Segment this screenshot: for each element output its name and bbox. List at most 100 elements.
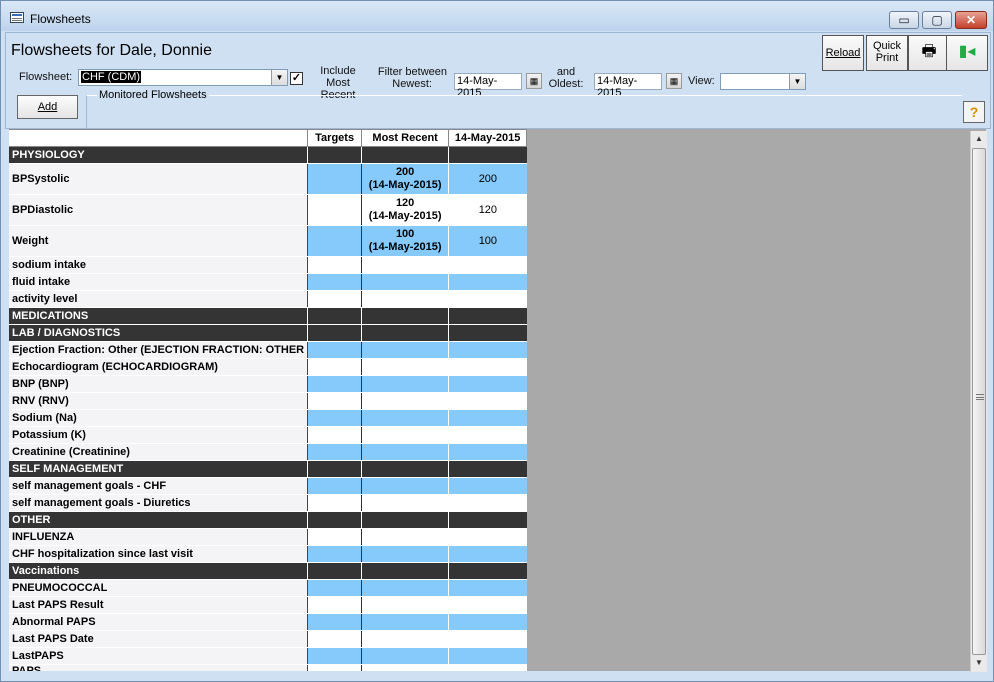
newest-date-field[interactable]: 14-May-2015: [454, 73, 522, 99]
minimize-button[interactable]: ▭: [889, 11, 919, 29]
column-header-date[interactable]: 14-May-2015: [448, 129, 528, 147]
date-value-cell[interactable]: [448, 392, 527, 410]
most-recent-cell[interactable]: [361, 579, 450, 597]
target-cell[interactable]: [307, 194, 363, 226]
most-recent-cell[interactable]: [361, 562, 450, 580]
date-value-cell[interactable]: [448, 358, 527, 376]
add-button[interactable]: Add: [17, 95, 78, 119]
target-cell[interactable]: [307, 358, 363, 376]
most-recent-cell[interactable]: [361, 545, 450, 563]
target-cell[interactable]: [307, 647, 363, 665]
target-cell[interactable]: [307, 409, 363, 427]
date-value-cell[interactable]: [448, 443, 527, 461]
most-recent-cell[interactable]: [361, 613, 450, 631]
most-recent-cell[interactable]: 120 (14-May-2015): [361, 194, 450, 226]
target-cell[interactable]: [307, 163, 363, 195]
help-button[interactable]: ?: [963, 101, 985, 123]
date-value-cell[interactable]: [448, 256, 527, 274]
target-cell[interactable]: [307, 392, 363, 410]
most-recent-cell[interactable]: [361, 494, 450, 512]
most-recent-cell[interactable]: [361, 647, 450, 665]
vertical-scrollbar[interactable]: ▲ ▼: [970, 131, 987, 672]
most-recent-cell[interactable]: 200 (14-May-2015): [361, 163, 450, 195]
most-recent-cell[interactable]: [361, 528, 450, 546]
date-value-cell[interactable]: 120: [448, 194, 527, 226]
date-value-cell[interactable]: [448, 562, 527, 580]
quick-print-button[interactable]: Quick Print: [866, 35, 908, 71]
scroll-up-icon[interactable]: ▲: [971, 131, 987, 147]
date-value-cell[interactable]: [448, 579, 527, 597]
date-value-cell[interactable]: [448, 307, 527, 325]
date-value-cell[interactable]: [448, 596, 527, 614]
scrollbar-thumb[interactable]: [972, 148, 986, 655]
target-cell[interactable]: [307, 596, 363, 614]
date-value-cell[interactable]: [448, 545, 527, 563]
most-recent-cell[interactable]: [361, 630, 450, 648]
scroll-down-icon[interactable]: ▼: [971, 655, 987, 671]
most-recent-cell[interactable]: [361, 341, 450, 359]
most-recent-cell[interactable]: [361, 290, 450, 308]
date-value-cell[interactable]: [448, 375, 527, 393]
target-cell[interactable]: [307, 426, 363, 444]
target-cell[interactable]: [307, 443, 363, 461]
maximize-button[interactable]: ▢: [922, 11, 952, 29]
most-recent-cell[interactable]: [361, 596, 450, 614]
chevron-down-icon[interactable]: ▼: [271, 70, 287, 85]
column-header-most-recent[interactable]: Most Recent: [361, 129, 450, 147]
most-recent-cell[interactable]: [361, 358, 450, 376]
target-cell[interactable]: [307, 579, 363, 597]
include-most-recent-checkbox[interactable]: ✓: [290, 72, 303, 85]
target-cell[interactable]: [307, 477, 363, 495]
target-cell[interactable]: [307, 460, 363, 478]
date-value-cell[interactable]: [448, 511, 527, 529]
most-recent-cell[interactable]: [361, 392, 450, 410]
close-button[interactable]: ✕: [955, 11, 987, 29]
most-recent-cell[interactable]: 100 (14-May-2015): [361, 225, 450, 257]
date-value-cell[interactable]: [448, 324, 527, 342]
date-value-cell[interactable]: [448, 273, 527, 291]
most-recent-cell[interactable]: [361, 375, 450, 393]
target-cell[interactable]: [307, 146, 363, 164]
most-recent-cell[interactable]: [361, 256, 450, 274]
date-value-cell[interactable]: [448, 460, 527, 478]
target-cell[interactable]: [307, 273, 363, 291]
reload-button[interactable]: Reload: [822, 35, 864, 71]
date-value-cell[interactable]: [448, 647, 527, 665]
most-recent-cell[interactable]: [361, 273, 450, 291]
date-value-cell[interactable]: [448, 664, 527, 671]
most-recent-cell[interactable]: [361, 460, 450, 478]
target-cell[interactable]: [307, 545, 363, 563]
date-value-cell[interactable]: [448, 630, 527, 648]
date-value-cell[interactable]: [448, 290, 527, 308]
date-value-cell[interactable]: [448, 341, 527, 359]
target-cell[interactable]: [307, 324, 363, 342]
date-value-cell[interactable]: [448, 613, 527, 631]
target-cell[interactable]: [307, 341, 363, 359]
chevron-down-icon[interactable]: ▼: [789, 74, 805, 89]
target-cell[interactable]: [307, 562, 363, 580]
target-cell[interactable]: [307, 290, 363, 308]
target-cell[interactable]: [307, 256, 363, 274]
target-cell[interactable]: [307, 528, 363, 546]
date-value-cell[interactable]: 100: [448, 225, 527, 257]
date-value-cell[interactable]: [448, 528, 527, 546]
target-cell[interactable]: [307, 225, 363, 257]
most-recent-cell[interactable]: [361, 324, 450, 342]
target-cell[interactable]: [307, 613, 363, 631]
column-header-targets[interactable]: Targets: [307, 129, 363, 147]
target-cell[interactable]: [307, 664, 363, 671]
most-recent-cell[interactable]: [361, 443, 450, 461]
target-cell[interactable]: [307, 494, 363, 512]
view-select[interactable]: ▼: [720, 73, 806, 90]
most-recent-cell[interactable]: [361, 511, 450, 529]
calendar-icon[interactable]: ▦: [526, 73, 542, 89]
oldest-date-field[interactable]: 14-May-2015: [594, 73, 662, 99]
print-button[interactable]: 🖶: [908, 35, 950, 71]
date-value-cell[interactable]: [448, 477, 527, 495]
date-value-cell[interactable]: [448, 494, 527, 512]
flowsheet-select[interactable]: CHF (CDM) ▼: [78, 69, 288, 86]
most-recent-cell[interactable]: [361, 664, 450, 671]
most-recent-cell[interactable]: [361, 307, 450, 325]
target-cell[interactable]: [307, 307, 363, 325]
calendar-icon[interactable]: ▦: [666, 73, 682, 89]
